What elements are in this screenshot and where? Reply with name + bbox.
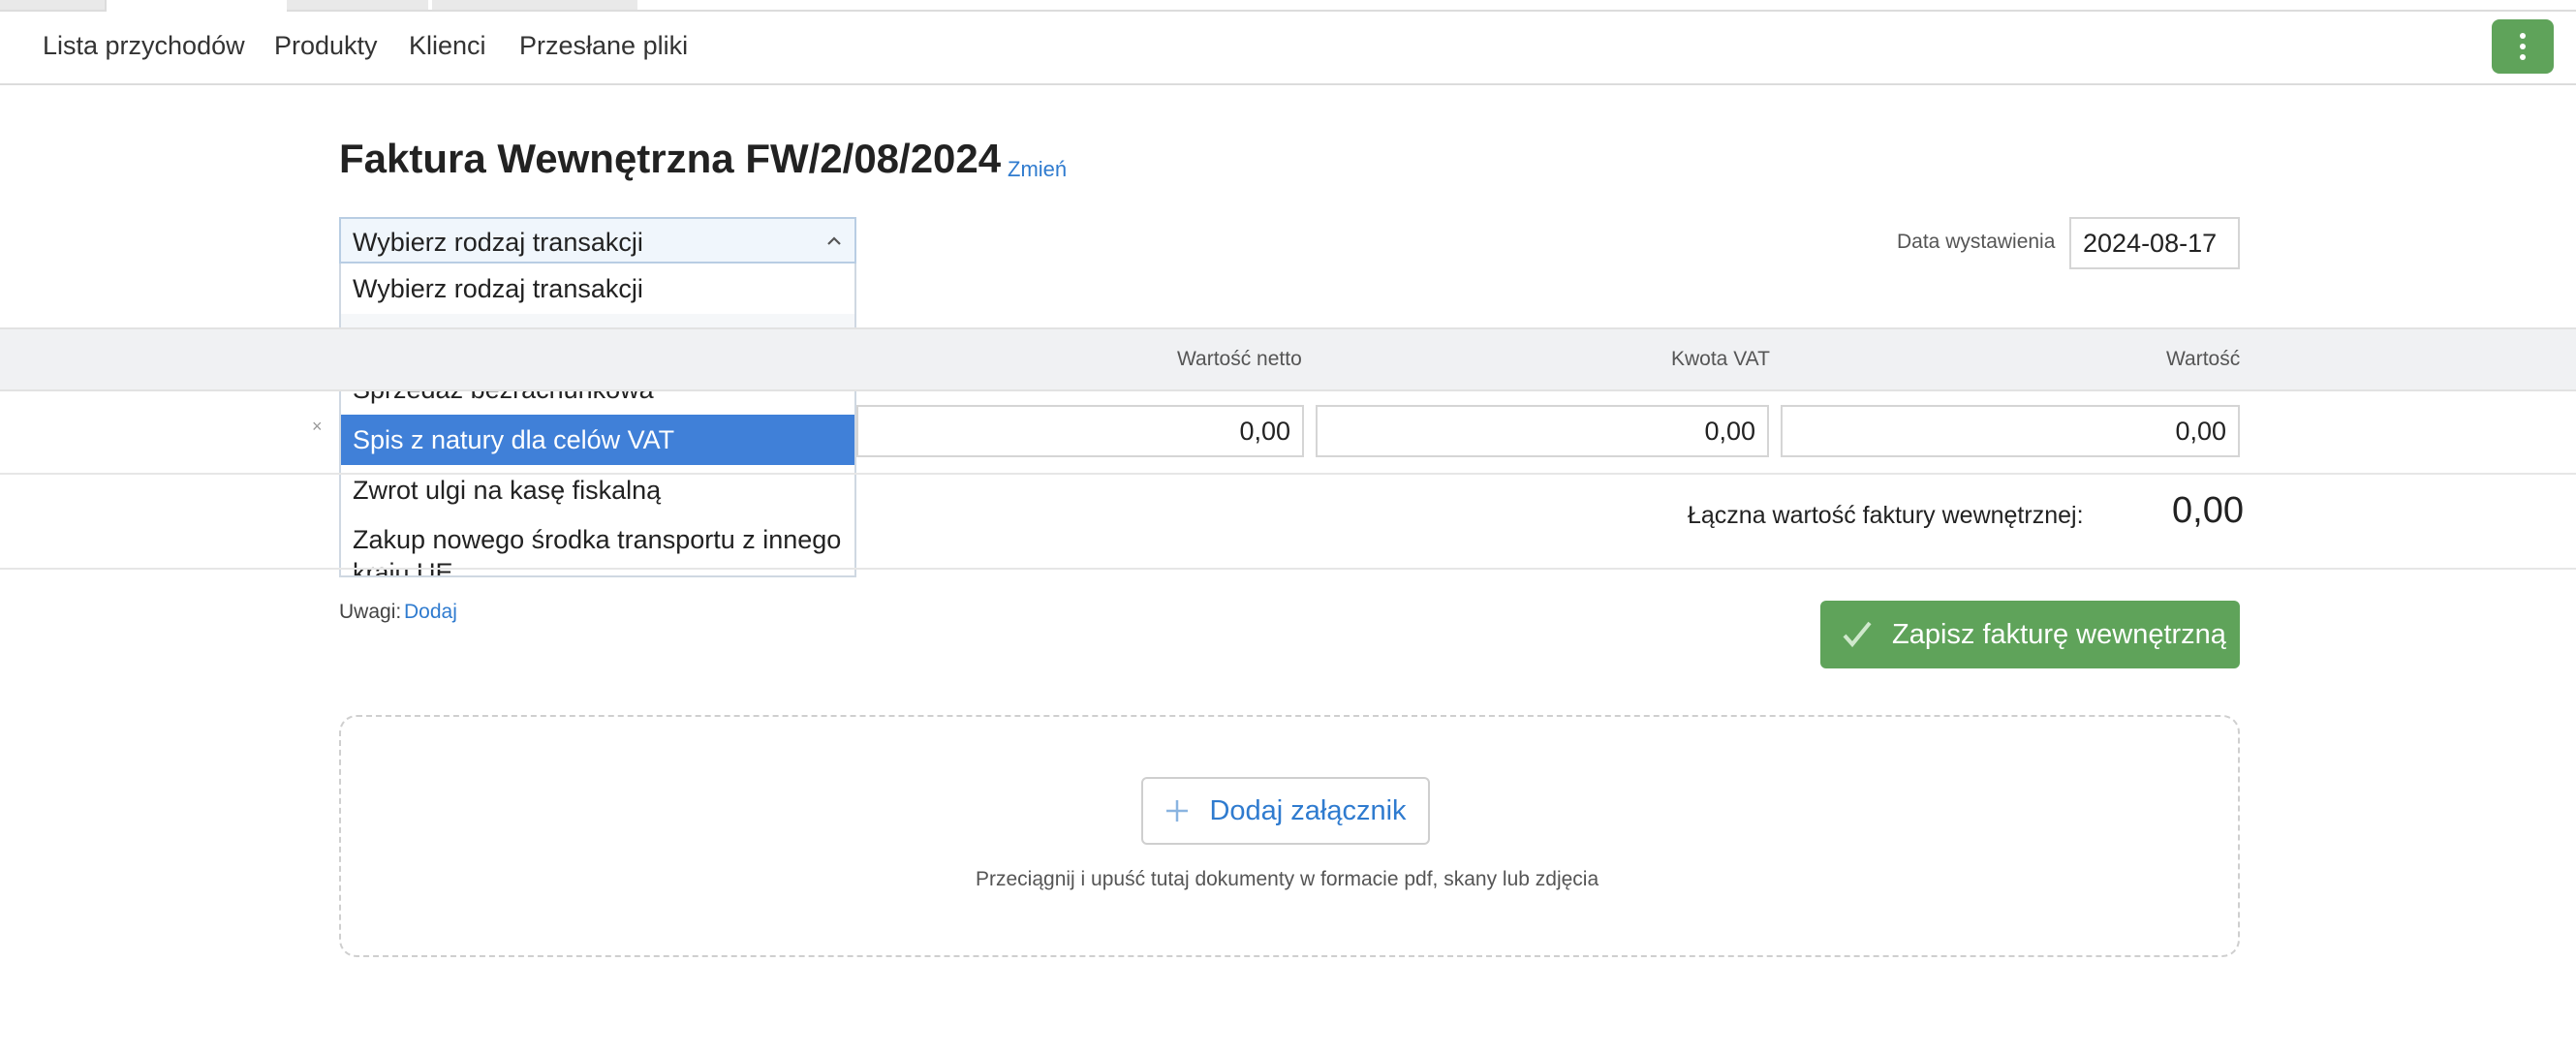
plus-icon xyxy=(1166,800,1189,822)
remove-row-icon[interactable]: × xyxy=(312,417,323,437)
top-navigation: Lista przychodów Produkty Klienci Przesł… xyxy=(0,12,2576,85)
more-options-button[interactable] xyxy=(2492,19,2554,74)
row-divider xyxy=(0,568,2576,570)
header-net-value: Wartość netto xyxy=(1177,348,1302,370)
add-attachment-label: Dodaj załącznik xyxy=(1209,794,1407,826)
transaction-type-select[interactable]: Wybierz rodzaj transakcji xyxy=(339,217,856,264)
items-table-header: Wartość netto Kwota VAT Wartość xyxy=(0,327,2576,391)
tab-active[interactable] xyxy=(105,0,289,12)
change-number-link[interactable]: Zmień xyxy=(1008,157,1067,182)
add-notes-link[interactable]: Dodaj xyxy=(404,601,457,624)
tab[interactable] xyxy=(287,0,428,10)
issue-date-input[interactable]: 2024-08-17 xyxy=(2069,217,2240,269)
total-value: 0,00 xyxy=(2172,490,2244,531)
kebab-menu-icon xyxy=(2520,33,2526,60)
header-gross-value: Wartość xyxy=(2166,348,2241,370)
page-title: Faktura Wewnętrzna FW/2/08/2024 xyxy=(339,136,1002,181)
vat-amount-input[interactable]: 0,00 xyxy=(1316,405,1769,457)
chevron-up-icon xyxy=(827,236,841,245)
dropzone-hint: Przeciągnij i upuść tutaj dokumenty w fo… xyxy=(976,868,1599,890)
tab[interactable] xyxy=(0,0,27,10)
transaction-type-value: Wybierz rodzaj transakcji xyxy=(353,228,643,257)
header-vat-amount: Kwota VAT xyxy=(1671,348,1770,370)
nav-item-clients[interactable]: Klienci xyxy=(409,31,486,61)
gross-value-input[interactable]: 0,00 xyxy=(1781,405,2240,457)
notes-label: Uwagi: xyxy=(339,601,402,623)
total-label: Łączna wartość faktury wewnętrznej: xyxy=(1688,502,2084,529)
dropdown-option[interactable]: Wybierz rodzaj transakcji xyxy=(341,264,854,314)
nav-item-revenue-list[interactable]: Lista przychodów xyxy=(43,31,245,61)
nav-item-products[interactable]: Produkty xyxy=(274,31,378,61)
row-divider xyxy=(0,473,2576,475)
save-internal-invoice-button[interactable]: Zapisz fakturę wewnętrzną xyxy=(1820,601,2240,668)
save-button-label: Zapisz fakturę wewnętrzną xyxy=(1892,618,2226,650)
transaction-type-dropdown: Wybierz rodzaj transakcji Nieodpłatne pr… xyxy=(339,264,856,577)
tab[interactable] xyxy=(27,0,105,10)
add-attachment-button[interactable]: Dodaj załącznik xyxy=(1141,777,1430,845)
browser-tab-strip xyxy=(0,0,2576,12)
issue-date-label: Data wystawienia xyxy=(1897,231,2056,253)
dropdown-option-highlighted[interactable]: Spis z natury dla celów VAT xyxy=(341,415,854,465)
net-value-input[interactable]: 0,00 xyxy=(856,405,1304,457)
checkmark-icon xyxy=(1843,621,1872,648)
nav-item-uploaded-files[interactable]: Przesłane pliki xyxy=(519,31,688,61)
tab[interactable] xyxy=(432,0,637,10)
